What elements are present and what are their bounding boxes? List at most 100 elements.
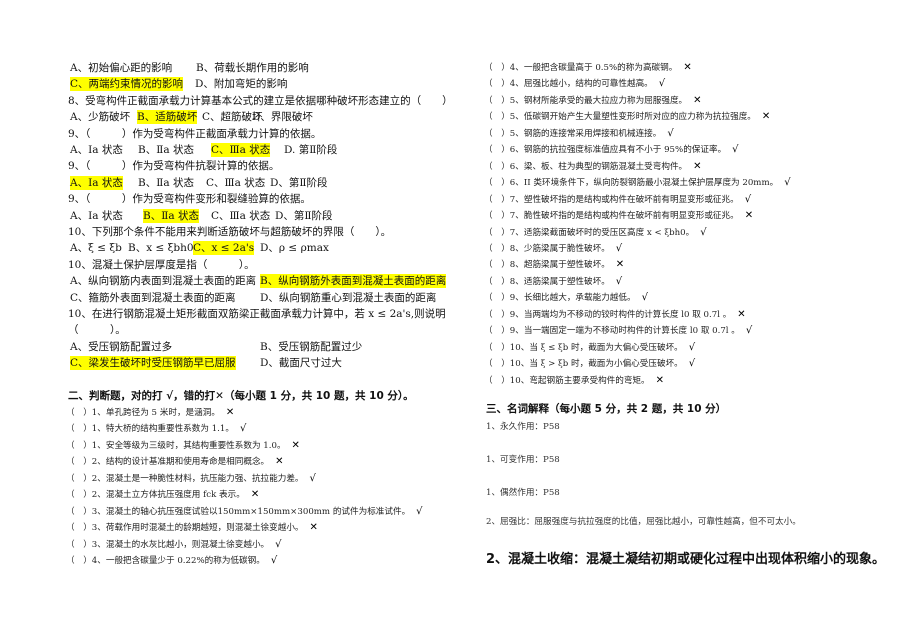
cross-mark-icon: ✕ <box>291 439 300 451</box>
statement-text: 9、当一端固定一端为不移动时构件的计算长度 l0 取 0.7l 。 <box>509 326 740 337</box>
question-text: 10、在进行钢筋混凝土矩形截面双筋梁正截面承载力计算中，若 x ≤ 2a's,则… <box>68 308 446 320</box>
term-definition: 1、永久作用：P58 <box>486 422 560 432</box>
answer-option: D、界限破坏 <box>252 111 313 124</box>
term-definition: 2、屈强比：屈服强度与抗拉强度的比值，屈强比越小，可靠性越高，但不可太小。 <box>486 517 801 527</box>
answer-option: D、第Ⅱ阶段 <box>275 209 333 222</box>
judgment-row: （ ）10、弯起钢筋主要承受构件的弯矩。 ✕ <box>484 375 664 387</box>
answer-option: B、荷载长期作用的影响 <box>196 62 309 74</box>
check-mark-icon: √ <box>239 423 247 435</box>
answer-option-highlighted: C、两端约束情况的影响 <box>70 77 184 92</box>
cross-mark-icon: ✕ <box>250 489 260 501</box>
answer-option: A、Ⅰa 状态 <box>70 144 123 156</box>
check-mark-icon: √ <box>744 193 752 205</box>
statement-text: 5、钢筋的连接常采用焊接和机械连接。 <box>509 128 662 139</box>
answer-bracket: （ ） <box>484 112 510 123</box>
judgment-row: （ ）7、塑性破坏指的是结构或构件在破坏前有明显变形或征兆。 √ <box>484 194 751 206</box>
check-mark-icon: √ <box>700 226 707 238</box>
question-text: 9、（ ）作为受弯构件抗裂计算的依据。 <box>68 160 280 173</box>
statement-text: 1、单孔跨径为 5 米时，是涵洞。 <box>91 408 220 418</box>
judgment-row: （ ）7、适筋梁截面破坏时的受压区高度 x < ξbh0。 √ <box>484 227 707 239</box>
answer-bracket: （ ） <box>484 63 510 73</box>
answer-bracket: （ ） <box>66 523 92 534</box>
judgment-row: （ ）2、混凝土立方体抗压强度用 fck 表示。 ✕ <box>66 489 259 501</box>
statement-text: 5、低碳钢开始产生大量塑性变形时所对应的应力称为抗拉强度。 <box>509 112 756 123</box>
check-mark-icon: √ <box>745 325 753 337</box>
judgment-row: （ ）3、荷载作用时混凝土的龄期越短，则混凝土徐变越小。 ✕ <box>66 522 318 534</box>
statement-text: 9、当两端均为不移动的铰时构件的计算长度 l0 取 0.7l 。 <box>509 309 732 320</box>
judgment-row: （ ）5、钢材所能承受的最大拉应力称为屈服强度。 ✕ <box>484 95 702 107</box>
statement-text: 3、混凝土的水灰比越小，则混凝土徐变越小。 <box>91 539 270 550</box>
statement-text: 6、II 类环境条件下，纵向防裂钢筋最小混凝土保护层厚度为 20mm。 <box>509 178 779 189</box>
answer-option: B、x ≤ ξbh0 <box>128 242 194 255</box>
judgment-row: （ ）1、特大桥的结构重要性系数为 1.1。 √ <box>66 423 246 435</box>
statement-text: 8、少筋梁属于脆性破坏。 <box>509 243 610 254</box>
check-mark-icon: √ <box>732 144 739 156</box>
answer-option-highlighted: A、Ⅰa 状态 <box>70 175 123 190</box>
answer-bracket: （ ） <box>66 440 92 451</box>
check-mark-icon: √ <box>615 242 623 254</box>
cross-mark-icon: ✕ <box>225 407 235 418</box>
answer-bracket: （ ） <box>66 457 92 468</box>
answer-option: A、ξ ≤ ξb <box>70 242 122 255</box>
judgment-row: （ ）3、混凝土的轴心抗压强度试验以150mm×150mm×300mm 的试件为… <box>66 506 423 518</box>
judgment-row: （ ）4、一般把含碳量高于 0.5%的称为高碳钢。 ✕ <box>484 62 692 74</box>
judgment-row: （ ）6、梁、板、柱为典型的钢筋混凝土受弯构件。 ✕ <box>484 161 702 173</box>
answer-option: C、箍筋外表面到混凝土表面的距离 <box>70 291 236 304</box>
judgment-row: （ ）10、当 ξ > ξb 时，截面为小偏心受压破坏。 √ <box>484 358 695 370</box>
statement-text: 3、混凝土的轴心抗压强度试验以150mm×150mm×300mm 的试件为标准试… <box>91 506 411 517</box>
statement-text: 8、超筋梁属于塑性破坏。 <box>509 260 610 271</box>
question-text: 9、（ ）作为受弯构件变形和裂缝验算的依据。 <box>68 193 311 206</box>
cross-mark-icon: ✕ <box>737 308 746 320</box>
statement-text: 4、屈强比越小，结构的可靠性越高。 <box>509 79 653 90</box>
judgment-row: （ ）6、II 类环境条件下，纵向防裂钢筋最小混凝土保护层厚度为 20mm。 √ <box>484 177 791 189</box>
answer-option: D、截面尺寸过大 <box>260 357 342 370</box>
judgment-row: （ ）1、单孔跨径为 5 米时，是涵洞。 ✕ <box>66 407 234 419</box>
statement-text: 4、一般把含碳量高于 0.5%的称为高碳钢。 <box>509 63 678 73</box>
check-mark-icon: √ <box>270 555 278 567</box>
check-mark-icon: √ <box>688 358 696 370</box>
answer-bracket: （ ） <box>484 145 510 156</box>
answer-bracket: （ ） <box>484 260 510 271</box>
answer-option: B、Ⅱa 状态 <box>138 176 194 189</box>
statement-text: 2、混凝土是一种脆性材料，抗压能力强、抗拉能力差。 <box>91 473 304 484</box>
answer-option: A、纵向钢筋内表面到混凝土表面的距离 <box>70 275 257 288</box>
answer-bracket: （ ） <box>66 539 92 550</box>
cross-mark-icon: ✕ <box>615 259 625 271</box>
answer-bracket: （ ） <box>66 424 92 435</box>
answer-bracket: （ ） <box>66 473 92 484</box>
judgment-row: （ ）8、超筋梁属于塑性破坏。 ✕ <box>484 259 624 271</box>
answer-bracket: （ ） <box>66 408 92 418</box>
answer-option: D. 第Ⅱ阶段 <box>284 144 338 156</box>
check-mark-icon: √ <box>641 292 648 304</box>
answer-option: C、Ⅲa 状态 <box>211 209 271 222</box>
judgment-row: （ ）2、结构的设计基准期和使用寿命是相同概念。 ✕ <box>66 456 284 468</box>
answer-bracket: （ ） <box>484 309 510 320</box>
judgment-row: （ ）2、混凝土是一种脆性材料，抗压能力强、抗拉能力差。 √ <box>66 473 316 485</box>
term-definition: 1、可变作用：P58 <box>486 455 560 465</box>
judgment-row: （ ）9、长细比越大，承载能力越低。 √ <box>484 292 648 304</box>
judgment-row: （ ）5、低碳钢开始产生大量塑性变形时所对应的应力称为抗拉强度。 ✕ <box>484 111 770 123</box>
judgment-row: （ ）9、当一端固定一端为不移动时构件的计算长度 l0 取 0.7l 。 √ <box>484 325 752 337</box>
answer-bracket: （ ） <box>484 211 510 222</box>
statement-text: 8、适筋梁属于塑性破坏。 <box>509 276 610 287</box>
answer-bracket: （ ） <box>66 490 92 501</box>
statement-text: 9、长细比越大，承载能力越低。 <box>509 293 636 304</box>
statement-text: 6、梁、板、柱为典型的钢筋混凝土受弯构件。 <box>509 161 688 172</box>
statement-text: 1、特大桥的结构重要性系数为 1.1。 <box>91 424 234 435</box>
answer-bracket: （ ） <box>484 227 510 238</box>
check-mark-icon: √ <box>275 538 282 550</box>
judgment-row: （ ）6、钢筋的抗拉强度标准值应具有不小于 95%的保证率。 √ <box>484 144 739 156</box>
cross-mark-icon: ✕ <box>693 160 702 172</box>
answer-option: D、ρ ≤ ρmax <box>260 242 329 255</box>
judgment-row: （ ）5、钢筋的连接常采用焊接和机械连接。 √ <box>484 128 674 140</box>
answer-option: D、纵向钢筋重心到混凝土表面的距离 <box>260 291 437 304</box>
judgment-row: （ ）4、屈强比越小，结构的可靠性越高。 √ <box>484 78 665 90</box>
statement-text: 7、塑性破坏指的是结构或构件在破坏前有明显变形或征兆。 <box>509 194 739 205</box>
statement-text: 2、混凝土立方体抗压强度用 fck 表示。 <box>91 490 245 501</box>
statement-text: 10、当 ξ > ξb 时，截面为小偏心受压破坏。 <box>509 359 683 370</box>
judgment-row: （ ）1、安全等级为三级时，其结构重要性系数为 1.0。 ✕ <box>66 440 300 452</box>
answer-option: B、Ⅱa 状态 <box>138 144 194 156</box>
cross-mark-icon: ✕ <box>693 94 702 106</box>
answer-bracket: （ ） <box>66 506 92 517</box>
question-text: 8、受弯构件正截面承载力计算基本公式的建立是依据哪种破坏形态建立的（ ） <box>68 94 453 107</box>
